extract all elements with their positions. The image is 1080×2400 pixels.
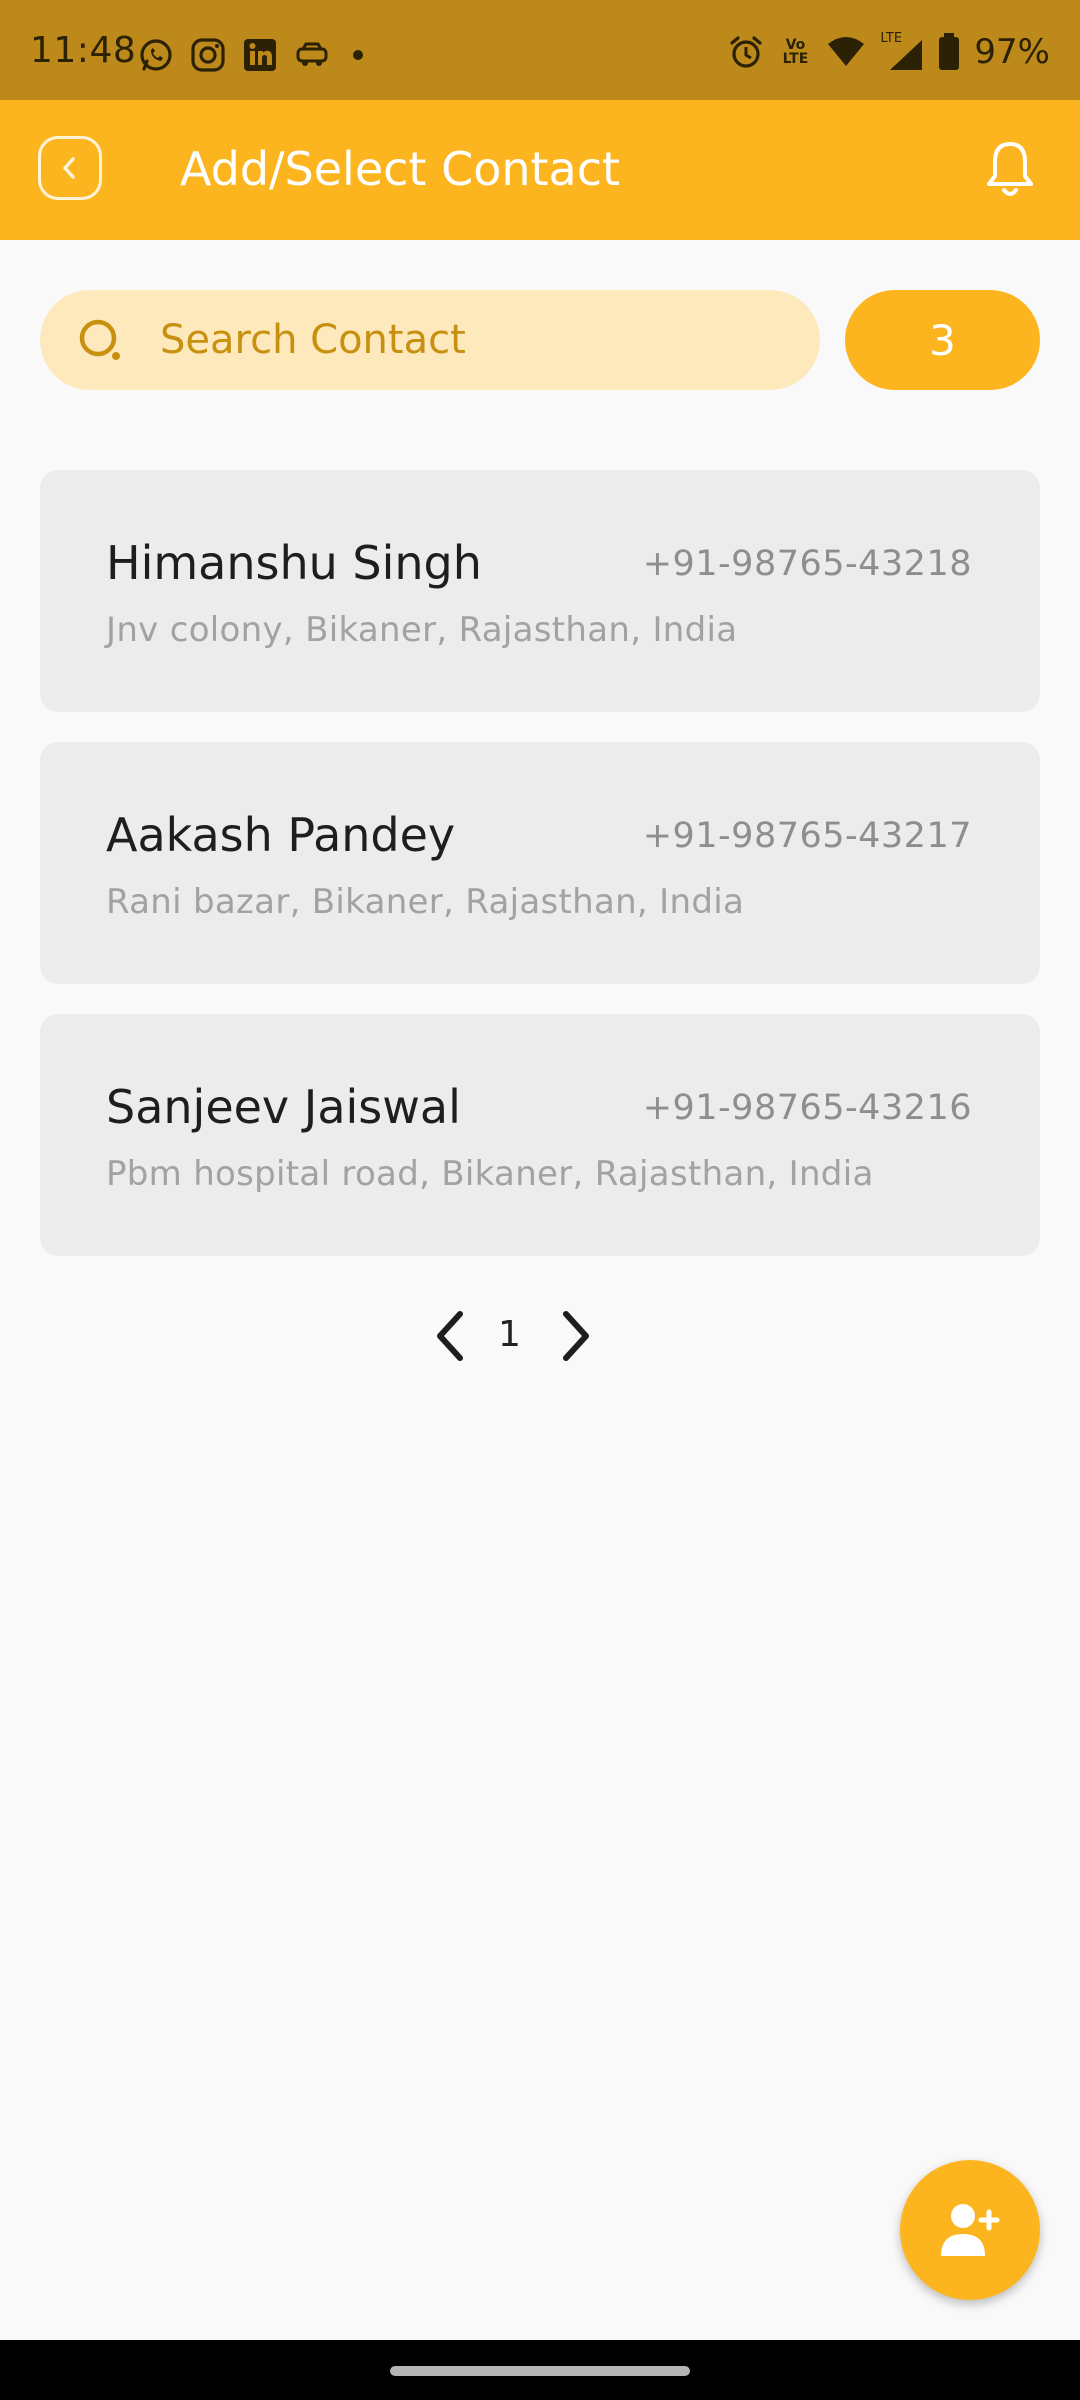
- contact-address: Pbm hospital road, Bikaner, Rajasthan, I…: [106, 1154, 874, 1194]
- add-person-icon: [941, 2204, 1000, 2256]
- contact-address: Jnv colony, Bikaner, Rajasthan, India: [106, 610, 738, 650]
- contact-phone: +91-98765-43217: [642, 816, 972, 856]
- page-title: Add/Select Contact: [180, 142, 621, 196]
- screen: 11:48 Vo LTE LTE 97% Add/Select Contact …: [0, 0, 1080, 2400]
- linkedin-icon: [244, 39, 276, 71]
- notifications-button[interactable]: [980, 138, 1040, 202]
- car-icon: [296, 42, 328, 66]
- contact-phone: +91-98765-43216: [642, 1088, 972, 1128]
- add-contact-button[interactable]: [900, 2160, 1040, 2300]
- contact-card[interactable]: Aakash Pandey +91-98765-43217 Rani bazar…: [40, 742, 1040, 984]
- status-time: 11:48: [30, 30, 137, 71]
- back-button[interactable]: [38, 136, 102, 200]
- search-input[interactable]: [160, 290, 780, 390]
- contact-name: Sanjeev Jaiswal: [106, 1080, 461, 1134]
- contact-card[interactable]: Sanjeev Jaiswal +91-98765-43216 Pbm hosp…: [40, 1014, 1040, 1256]
- signal-bars-icon: [890, 40, 923, 70]
- notification-icons: [138, 35, 370, 75]
- contact-name: Aakash Pandey: [106, 808, 456, 862]
- search-box[interactable]: [40, 290, 820, 390]
- system-navigation-bar: [0, 2340, 1080, 2400]
- home-indicator[interactable]: [390, 2366, 690, 2376]
- system-icons: Vo LTE LTE 97%: [728, 32, 1050, 72]
- contact-list: Himanshu Singh +91-98765-43218 Jnv colon…: [40, 470, 1040, 1286]
- search-icon: [79, 319, 120, 360]
- wifi-icon: [828, 37, 865, 66]
- dot-icon: [353, 50, 363, 60]
- app-bar: Add/Select Contact: [0, 100, 1080, 240]
- contact-count-button[interactable]: 3: [845, 290, 1040, 390]
- contact-address: Rani bazar, Bikaner, Rajasthan, India: [106, 882, 745, 922]
- back-icon: [63, 157, 75, 179]
- pagination: 1: [420, 1300, 620, 1370]
- previous-page-icon[interactable]: [430, 1308, 470, 1364]
- contact-phone: +91-98765-43218: [642, 544, 972, 584]
- battery-percent: 97%: [974, 32, 1050, 72]
- contact-name: Himanshu Singh: [106, 536, 482, 590]
- current-page-number: 1: [498, 1314, 521, 1355]
- signal-icon: LTE: [880, 32, 924, 72]
- whatsapp-icon: [140, 39, 172, 71]
- instagram-icon: [191, 38, 225, 72]
- contact-card[interactable]: Himanshu Singh +91-98765-43218 Jnv colon…: [40, 470, 1040, 712]
- bell-icon: [987, 142, 1033, 196]
- battery-icon: [939, 33, 960, 70]
- volte-icon: Vo LTE: [782, 37, 809, 67]
- next-page-icon[interactable]: [556, 1308, 596, 1364]
- status-bar: 11:48 Vo LTE LTE 97%: [0, 0, 1080, 100]
- alarm-icon: [730, 36, 763, 68]
